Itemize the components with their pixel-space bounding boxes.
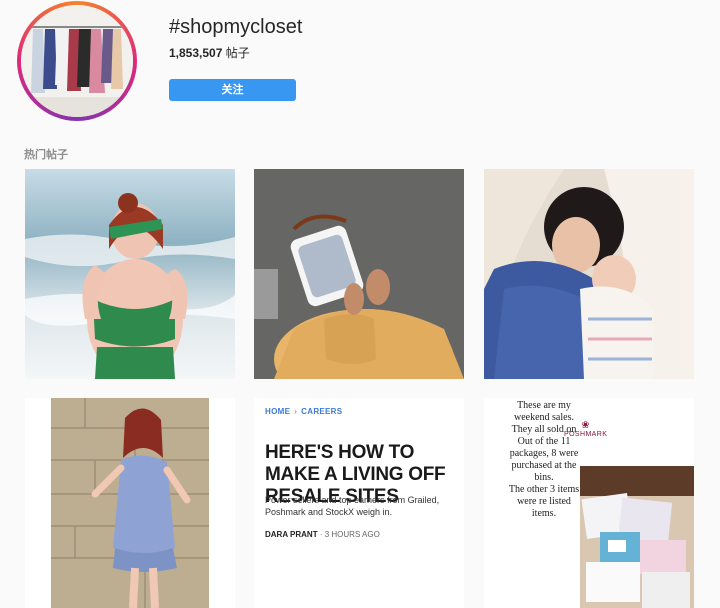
post-count: 1,853,507 帖子 (169, 44, 250, 61)
post-tile-5[interactable]: HOME › CAREERS HERE'S HOW TO MAKE A LIVING… (254, 398, 464, 608)
poshmark-logo-text: POSHMARK (564, 431, 608, 438)
hashtag-avatar-ring (17, 1, 137, 121)
note-line: These are my (517, 400, 571, 411)
poshmark-logo: ❀ POSHMARK (564, 420, 608, 438)
post-count-number: 1,853,507 (169, 46, 223, 60)
closet-rack-photo (21, 5, 133, 117)
beach-swimsuit-photo (25, 169, 235, 379)
blue-dress-stone-wall-photo (25, 398, 235, 608)
follow-button[interactable]: 关注 (169, 79, 296, 101)
article-author: DARA PRANT (265, 530, 318, 539)
breadcrumb-home: HOME (265, 407, 291, 416)
breadcrumb-careers: CAREERS (301, 407, 343, 416)
hashtag-title: #shopmycloset (169, 16, 303, 38)
packages-photo (580, 466, 694, 608)
note-line: packages, 8 were (509, 448, 579, 459)
post-count-suffix: 帖子 (225, 46, 250, 60)
post-tile-4[interactable] (25, 398, 235, 608)
article-summary: Power sellers and top earners from Grail… (265, 495, 440, 517)
mother-newborn-photo (484, 169, 694, 379)
breadcrumb-separator: › (294, 407, 298, 416)
article-byline: DARA PRANT · 3 HOURS AGO (265, 530, 380, 539)
post-tile-1[interactable] (25, 169, 235, 379)
post-tile-6[interactable]: These are my weekend sales. They all sol… (484, 398, 694, 608)
article-time: · 3 HOURS AGO (319, 530, 380, 539)
section-title: 热门帖子 (24, 149, 68, 161)
handbag-shoes-photo (254, 169, 464, 379)
post-tile-2[interactable] (254, 169, 464, 379)
article-breadcrumb: HOME › CAREERS (265, 407, 342, 416)
post-tile-3[interactable] (484, 169, 694, 379)
